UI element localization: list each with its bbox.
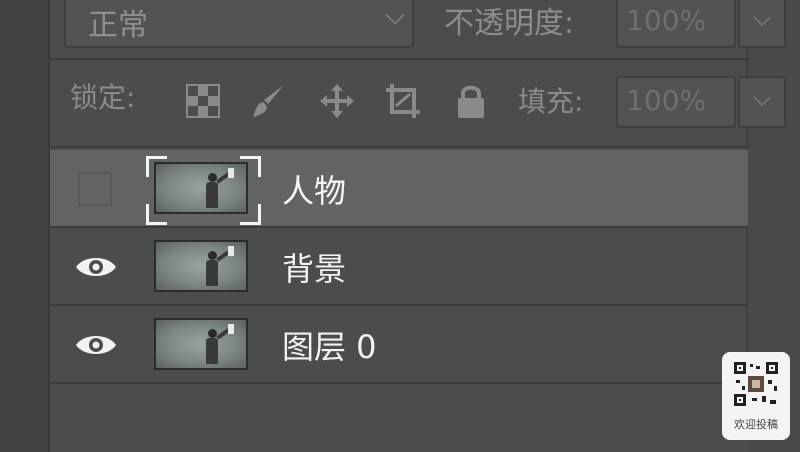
lock-label: 锁定:	[70, 81, 136, 114]
eye-visibility-icon[interactable]	[74, 250, 118, 284]
opacity-dropdown-button[interactable]	[738, 0, 786, 48]
layer-row-beijing[interactable]: 背景	[50, 228, 748, 306]
fill-label: 填充:	[518, 85, 584, 118]
lock-artboard-crop-icon[interactable]	[384, 82, 422, 120]
opacity-value: 100%	[626, 4, 707, 37]
fill-value: 100%	[626, 84, 707, 117]
opacity-input[interactable]: 100%	[616, 0, 736, 48]
layer-row-renwu[interactable]: 人物	[50, 150, 748, 228]
qr-code-icon	[732, 360, 780, 408]
selection-corner	[240, 156, 261, 177]
selection-corner	[146, 156, 167, 177]
divider	[50, 58, 750, 60]
lock-image-pixels-brush-icon[interactable]	[250, 82, 288, 120]
lock-all-padlock-icon[interactable]	[452, 82, 490, 120]
blend-mode-select[interactable]: 正常	[64, 0, 414, 48]
layer-row-layer0[interactable]: 图层 0	[50, 306, 748, 384]
chevron-down-icon	[753, 89, 771, 107]
selection-corner	[146, 204, 167, 225]
eye-visibility-icon[interactable]	[74, 328, 118, 362]
layer-thumbnail[interactable]	[154, 162, 248, 214]
divider	[50, 146, 750, 148]
layer-name[interactable]: 背景	[282, 244, 346, 290]
fill-dropdown-button[interactable]	[738, 76, 786, 128]
watermark-badge: 欢迎投稿	[722, 352, 790, 440]
visibility-toggle-off[interactable]	[78, 172, 112, 206]
layer-name[interactable]: 图层 0	[282, 322, 377, 368]
opacity-label: 不透明度:	[444, 6, 575, 41]
layer-thumbnail[interactable]	[154, 318, 248, 370]
layer-name[interactable]: 人物	[282, 166, 346, 212]
layer-thumbnail[interactable]	[154, 240, 248, 292]
lock-transparent-pixels-icon[interactable]	[184, 82, 222, 120]
chevron-down-icon	[753, 9, 771, 27]
lock-position-move-icon[interactable]	[318, 82, 356, 120]
left-panel-strip	[0, 0, 50, 452]
layers-empty-area	[50, 386, 748, 452]
selection-corner	[240, 204, 261, 225]
fill-input[interactable]: 100%	[616, 76, 736, 128]
chevron-down-icon	[385, 5, 405, 25]
blend-mode-value: 正常	[88, 8, 148, 43]
watermark-text: 欢迎投稿	[734, 418, 778, 431]
